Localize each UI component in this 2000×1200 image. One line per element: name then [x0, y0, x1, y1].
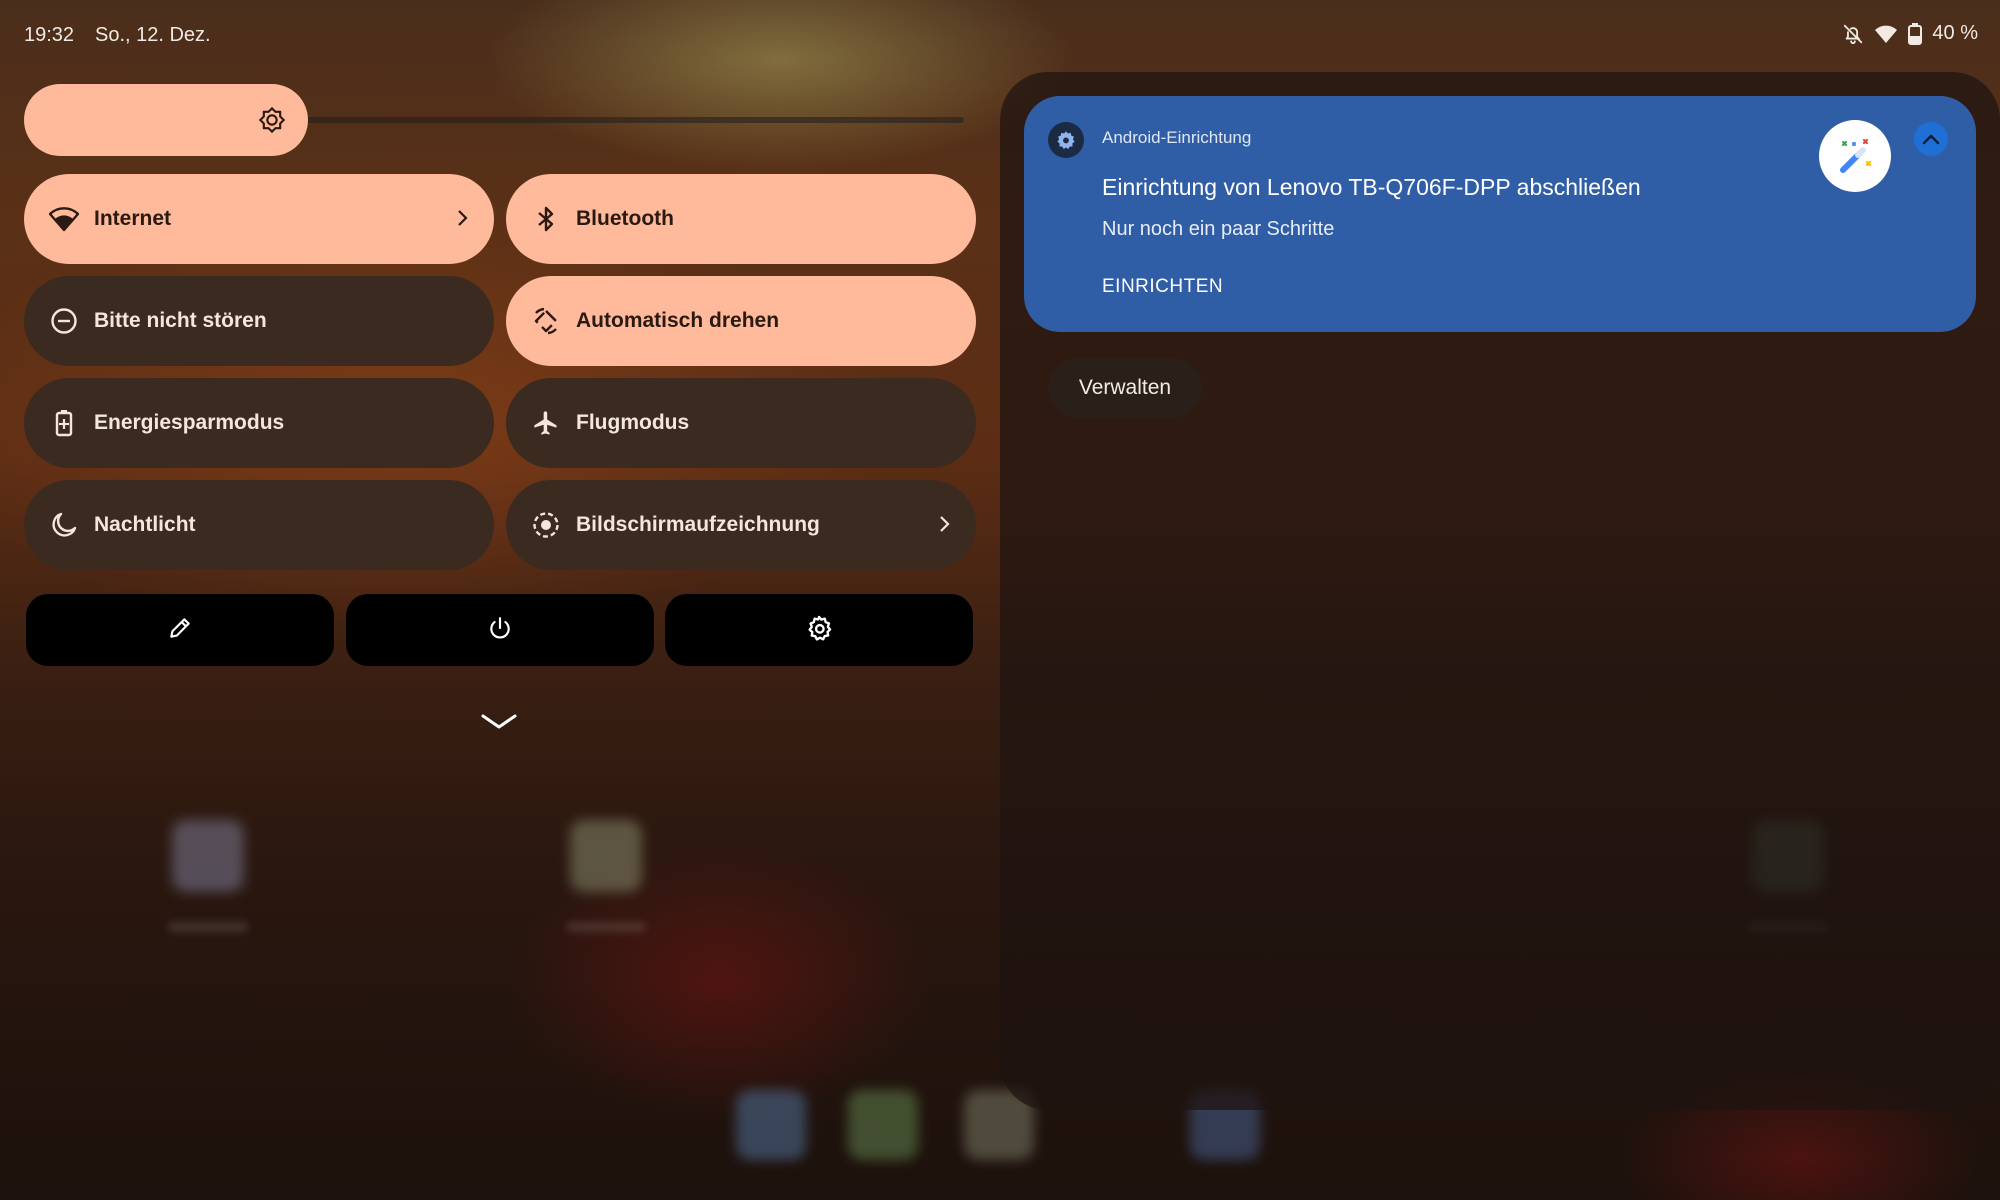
- tile-label: Internet: [94, 207, 172, 230]
- tile-night-light[interactable]: Nachtlicht: [24, 480, 494, 570]
- power-icon: [487, 615, 513, 646]
- moon-icon: [48, 509, 80, 541]
- date: So., 12. Dez.: [95, 24, 211, 46]
- edit-button[interactable]: [26, 594, 334, 666]
- chevron-right-icon: [456, 207, 470, 234]
- tile-bluetooth[interactable]: Bluetooth: [506, 174, 976, 264]
- tile-internet[interactable]: Internet: [24, 174, 494, 264]
- edit-icon: [167, 615, 193, 646]
- brightness-slider-fill[interactable]: [24, 84, 308, 156]
- screen-record-icon: [530, 509, 562, 541]
- bluetooth-icon: [530, 203, 562, 235]
- tile-airplane-mode[interactable]: Flugmodus: [506, 378, 976, 468]
- setup-action-button[interactable]: EINRICHTEN: [1102, 276, 1223, 298]
- notification-title: Einrichtung von Lenovo TB-Q706F-DPP absc…: [1102, 174, 1641, 200]
- home-app-label-blurred: [566, 922, 646, 932]
- manage-notifications-button[interactable]: Verwalten: [1048, 358, 1202, 418]
- tile-label: Energiesparmodus: [94, 411, 285, 434]
- chevron-right-icon: [938, 513, 952, 540]
- settings-button[interactable]: [665, 594, 973, 666]
- status-icons: 40 %: [1842, 22, 1978, 45]
- wifi-icon: [48, 203, 80, 235]
- gear-icon: [1048, 122, 1084, 158]
- power-button[interactable]: [346, 594, 654, 666]
- settings-icon: [805, 614, 833, 647]
- collapse-chevron-up-icon[interactable]: [1914, 122, 1948, 156]
- auto-rotate-icon: [530, 305, 562, 337]
- home-app-label-blurred: [168, 922, 248, 932]
- tile-do-not-disturb[interactable]: Bitte nicht stören: [24, 276, 494, 366]
- tile-label: Automatisch drehen: [576, 309, 780, 332]
- tile-label: Nachtlicht: [94, 513, 196, 536]
- wifi-icon: [1874, 23, 1898, 45]
- dock-app-icon-blurred: [848, 1090, 918, 1160]
- expand-chevron-down-icon[interactable]: [480, 712, 518, 737]
- brightness-track-line: [304, 117, 964, 123]
- do-not-disturb-icon: [48, 305, 80, 337]
- tile-screen-record[interactable]: Bildschirmaufzeichnung: [506, 480, 976, 570]
- magic-wand-icon: [1819, 120, 1891, 192]
- notification-text: Nur noch ein paar Schritte: [1102, 218, 1335, 240]
- dock-app-icon-blurred: [736, 1090, 806, 1160]
- battery-saver-icon: [48, 407, 80, 439]
- brightness-slider[interactable]: [24, 84, 964, 156]
- notification-app-name: Android-Einrichtung: [1102, 128, 1252, 147]
- notifications-off-icon: [1842, 23, 1864, 45]
- status-bar: 19:32 So., 12. Dez. 40 %: [0, 0, 2000, 72]
- tile-label: Bildschirmaufzeichnung: [576, 513, 820, 536]
- battery-icon: [1908, 22, 1923, 45]
- home-app-icon-blurred: [570, 820, 642, 892]
- brightness-icon: [258, 106, 286, 139]
- tile-label: Bitte nicht stören: [94, 309, 267, 332]
- clock: 19:32: [24, 24, 75, 46]
- battery-percentage: 40 %: [1932, 22, 1978, 44]
- home-app-icon-blurred: [172, 820, 244, 892]
- tile-label: Flugmodus: [576, 411, 690, 434]
- airplane-icon: [530, 407, 562, 439]
- tile-label: Bluetooth: [576, 207, 674, 230]
- tile-battery-saver[interactable]: Energiesparmodus: [24, 378, 494, 468]
- notification-card[interactable]: Android-Einrichtung Einrichtung von Leno…: [1024, 96, 1976, 332]
- tile-auto-rotate[interactable]: Automatisch drehen: [506, 276, 976, 366]
